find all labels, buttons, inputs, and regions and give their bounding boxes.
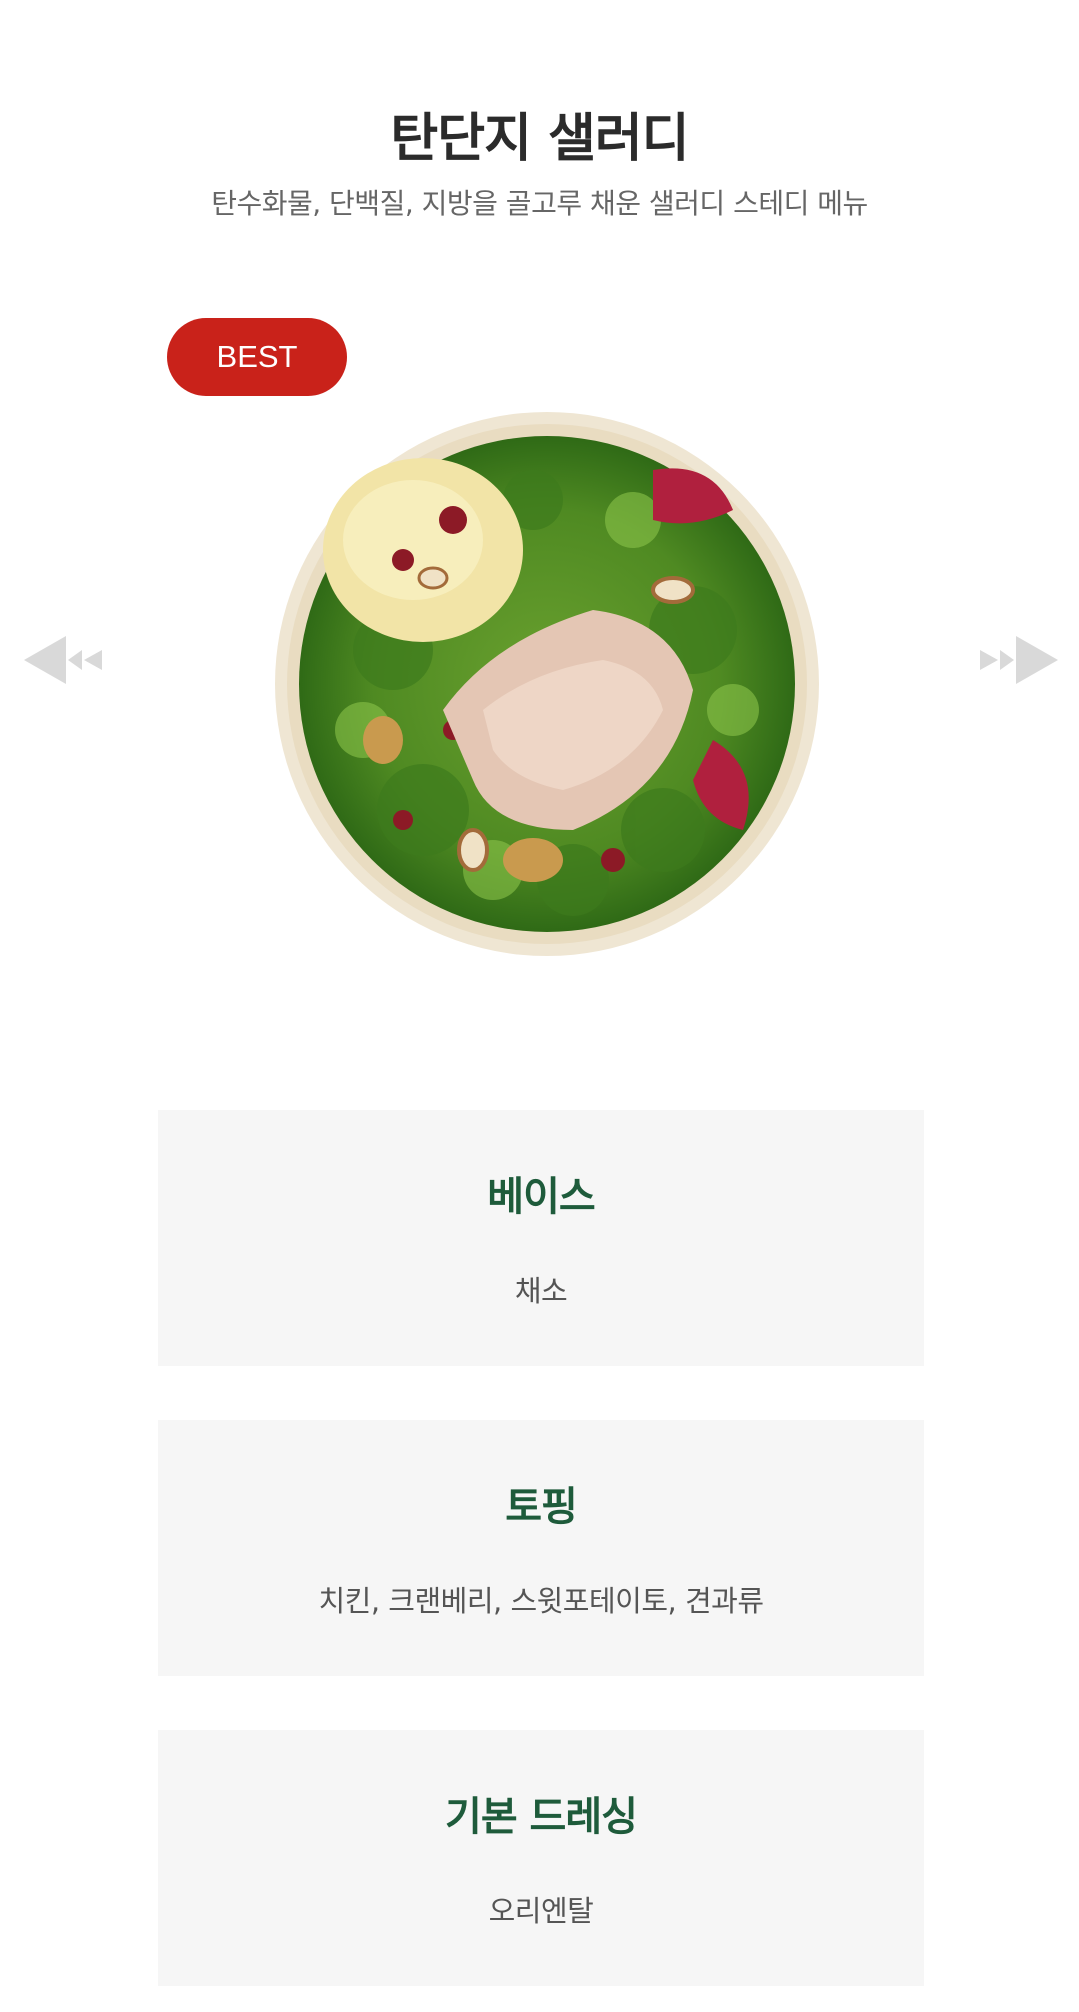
info-card-value: 채소 [514,1274,568,1308]
carousel-next-button[interactable] [974,630,1058,690]
info-card-base: 베이스 채소 [158,1110,924,1366]
info-card-label: 기본 드레싱 [445,1794,638,1840]
info-card-dressing: 기본 드레싱 오리엔탈 [158,1730,924,1986]
next-arrow-icon [980,636,1058,684]
best-badge: BEST [167,318,347,396]
salad-bowl-image [275,412,819,956]
carousel-prev-button[interactable] [24,630,108,690]
product-title: 탄단지 샐러디 [390,109,689,169]
info-card-value: 치킨, 크랜베리, 스윗포테이토, 견과류 [318,1584,764,1618]
info-card-topping: 토핑 치킨, 크랜베리, 스윗포테이토, 견과류 [158,1420,924,1676]
prev-arrow-icon [24,636,102,684]
info-card-label: 베이스 [487,1174,595,1220]
info-card-label: 토핑 [505,1484,578,1530]
product-subtitle: 탄수화물, 단백질, 지방을 골고루 채운 샐러디 스테디 메뉴 [211,187,868,220]
info-card-value: 오리엔탈 [488,1894,594,1928]
